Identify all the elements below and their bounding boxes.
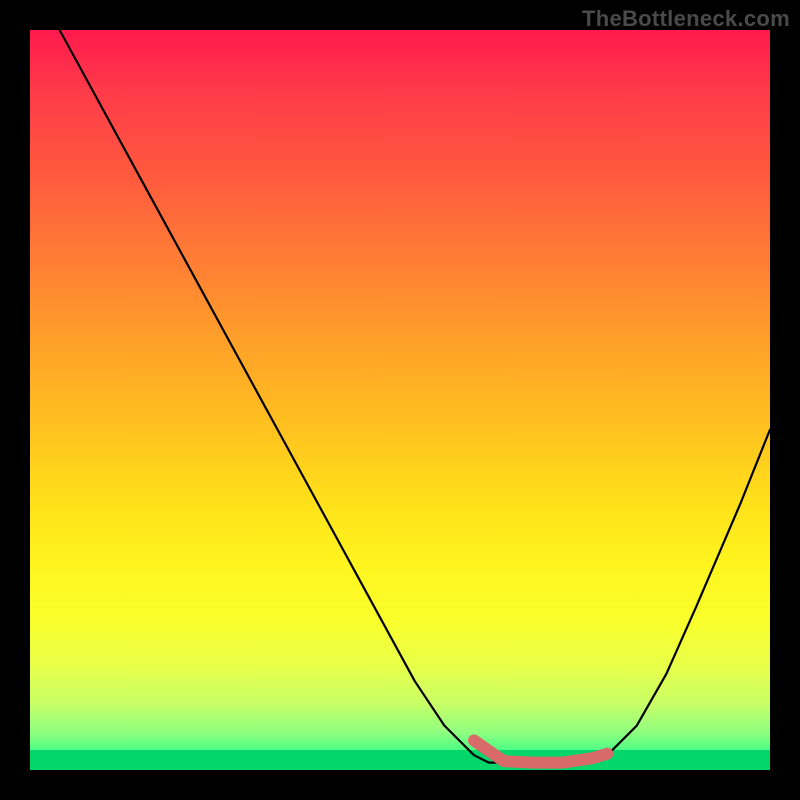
plot-area — [30, 30, 770, 770]
chart-svg — [30, 30, 770, 770]
bottleneck-curve — [60, 30, 770, 763]
chart-frame: TheBottleneck.com — [0, 0, 800, 800]
watermark-text: TheBottleneck.com — [582, 6, 790, 32]
optimal-range-marker — [474, 740, 607, 762]
